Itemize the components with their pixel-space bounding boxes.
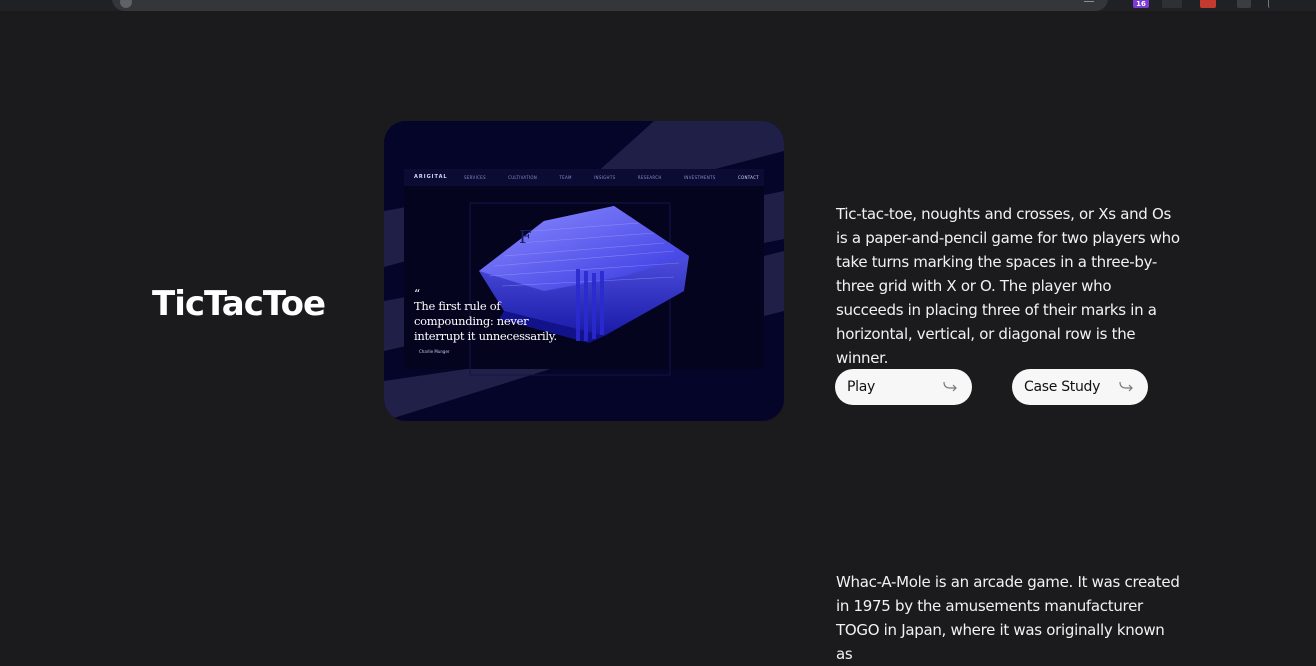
bookmark-icon[interactable] bbox=[1084, 0, 1094, 2]
preview-quote: The first rule of compounding: never int… bbox=[414, 299, 557, 344]
extension-icon[interactable] bbox=[1162, 0, 1182, 8]
preview-nav-item: CULTIVATION bbox=[508, 175, 538, 180]
address-bar[interactable] bbox=[112, 0, 1108, 11]
preview-nav-item: CONTACT bbox=[737, 175, 759, 180]
preview-quote-line: interrupt it unnecessarily. bbox=[414, 329, 557, 343]
browser-chrome: 16 bbox=[0, 0, 1316, 11]
preview-quote-line: compounding: never bbox=[414, 314, 529, 328]
play-button[interactable]: Play bbox=[835, 369, 972, 405]
case-study-button[interactable]: Case Study bbox=[1012, 369, 1148, 405]
project-description: Tic-tac-toe, noughts and crosses, or Xs … bbox=[836, 205, 1180, 367]
menu-icon[interactable] bbox=[1294, 0, 1302, 8]
toolbar-divider bbox=[1268, 0, 1279, 8]
extension-badge-icon[interactable]: 16 bbox=[1133, 0, 1149, 8]
project-title: TicTacToe bbox=[152, 284, 326, 324]
preview-nav-item: TEAM bbox=[559, 175, 572, 180]
return-arrow-icon bbox=[943, 381, 957, 392]
extension-puzzle-icon[interactable] bbox=[1237, 0, 1251, 8]
preview-quote-author: Charlie Munger bbox=[419, 349, 450, 354]
preview-nav-item: SERVICES bbox=[464, 175, 486, 180]
extension-red-icon[interactable] bbox=[1200, 0, 1216, 8]
project-preview-image: F ARIGITAL SERVICES CULTIVATION TEAM INS… bbox=[384, 121, 784, 421]
preview-nav-logo: ARIGITAL bbox=[414, 174, 448, 180]
case-study-button-label: Case Study bbox=[1024, 379, 1101, 395]
preview-nav: SERVICES CULTIVATION TEAM INSIGHTS RESEA… bbox=[464, 175, 759, 180]
preview-nav-item: INVESTMENTS bbox=[683, 175, 716, 180]
return-arrow-icon bbox=[1119, 381, 1133, 392]
site-info-icon[interactable] bbox=[120, 0, 132, 8]
project-description-whac-a-mole: Whac-A-Mole is an arcade game. It was cr… bbox=[836, 573, 1180, 663]
preview-nav-item: INSIGHTS bbox=[594, 175, 616, 180]
svg-text:F: F bbox=[519, 227, 532, 248]
play-button-label: Play bbox=[847, 379, 875, 395]
preview-quote-line: The first rule of bbox=[414, 299, 501, 313]
preview-nav-item: RESEARCH bbox=[637, 175, 662, 180]
